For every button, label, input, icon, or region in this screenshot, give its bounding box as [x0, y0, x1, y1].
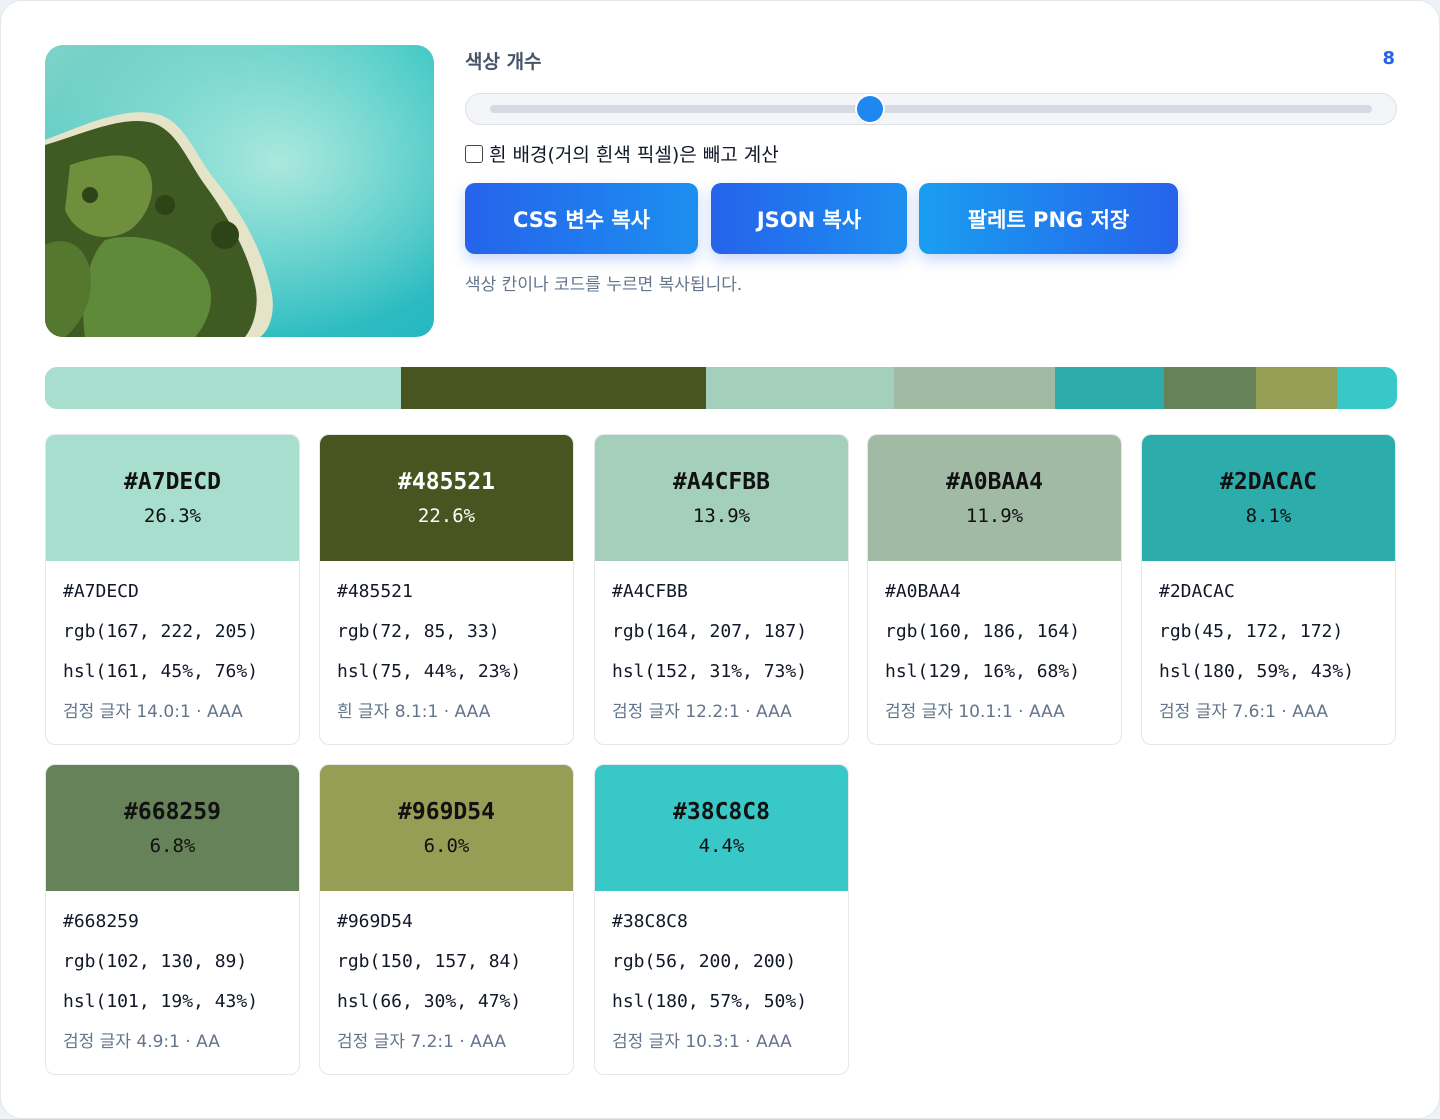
color-count-slider[interactable]	[465, 93, 1397, 125]
swatch-hex-title: #A4CFBB	[673, 469, 770, 495]
swatch-info: #A4CFBB rgb(164, 207, 187) hsl(152, 31%, 7…	[595, 561, 848, 725]
swatch-card[interactable]: #A0BAA4 11.9% #A0BAA4 rgb(160, 186, 164) hsl…	[867, 434, 1122, 745]
aerial-island-image	[45, 45, 434, 337]
swatch-hex-title: #668259	[124, 799, 221, 825]
swatch-hex-code[interactable]: #969D54	[337, 909, 556, 949]
color-count-value: 8	[1382, 48, 1395, 69]
swatch-hsl-code[interactable]: hsl(129, 16%, 68%)	[885, 659, 1104, 699]
swatch-color-block[interactable]: #969D54 6.0%	[320, 765, 573, 891]
swatch-hsl-code[interactable]: hsl(75, 44%, 23%)	[337, 659, 556, 699]
copy-css-vars-button[interactable]: CSS 변수 복사	[465, 183, 698, 254]
swatch-card[interactable]: #2DACAC 8.1% #2DACAC rgb(45, 172, 172) hsl(1…	[1141, 434, 1396, 745]
swatch-contrast-rating: 검정 글자 14.0:1 · AAA	[63, 702, 243, 722]
swatch-rgb-code[interactable]: rgb(56, 200, 200)	[612, 949, 831, 989]
exclude-white-checkbox[interactable]	[465, 144, 483, 163]
swatch-hex-code[interactable]: #A7DECD	[63, 579, 282, 619]
swatch-percentage: 26.3%	[143, 505, 202, 527]
swatch-hsl-code[interactable]: hsl(152, 31%, 73%)	[612, 659, 831, 699]
swatch-info: #485521 rgb(72, 85, 33) hsl(75, 44%, 23%) 흰…	[320, 561, 573, 725]
swatch-rgb-code[interactable]: rgb(72, 85, 33)	[337, 619, 556, 659]
swatch-contrast-rating: 검정 글자 10.1:1 · AAA	[885, 702, 1065, 722]
swatch-contrast-rating: 흰 글자 8.1:1 · AAA	[337, 702, 491, 722]
swatch-contrast-rating: 검정 글자 12.2:1 · AAA	[612, 702, 792, 722]
swatch-info: #38C8C8 rgb(56, 200, 200) hsl(180, 57%, 50…	[595, 891, 848, 1055]
copy-hint-text: 색상 칸이나 코드를 누르면 복사됩니다.	[465, 275, 743, 295]
exclude-white-label: 흰 배경(거의 흰색 픽셀)은 빼고 계산	[489, 144, 779, 166]
swatch-color-block[interactable]: #2DACAC 8.1%	[1142, 435, 1395, 561]
swatch-hex-title: #38C8C8	[673, 799, 770, 825]
swatch-hex-code[interactable]: #485521	[337, 579, 556, 619]
swatch-hex-code[interactable]: #A4CFBB	[612, 579, 831, 619]
copy-json-button[interactable]: JSON 복사	[711, 183, 907, 254]
swatch-hsl-code[interactable]: hsl(66, 30%, 47%)	[337, 989, 556, 1029]
swatch-hex-code[interactable]: #668259	[63, 909, 282, 949]
swatch-hex-title: #A0BAA4	[946, 469, 1043, 495]
swatch-hsl-code[interactable]: hsl(161, 45%, 76%)	[63, 659, 282, 699]
swatch-info: #668259 rgb(102, 130, 89) hsl(101, 19%, 43…	[46, 891, 299, 1055]
palette-strip	[45, 367, 1397, 409]
palette-strip-segment[interactable]	[706, 367, 895, 409]
swatch-percentage: 13.9%	[692, 505, 751, 527]
swatch-color-block[interactable]: #668259 6.8%	[46, 765, 299, 891]
swatch-hsl-code[interactable]: hsl(180, 57%, 50%)	[612, 989, 831, 1029]
swatch-info: #A7DECD rgb(167, 222, 205) hsl(161, 45%, 7…	[46, 561, 299, 725]
swatch-percentage: 6.0%	[423, 835, 470, 857]
swatch-color-block[interactable]: #485521 22.6%	[320, 435, 573, 561]
slider-thumb[interactable]	[857, 96, 884, 122]
swatch-card[interactable]: #38C8C8 4.4% #38C8C8 rgb(56, 200, 200) hsl(1…	[594, 764, 849, 1075]
swatch-card[interactable]: #A7DECD 26.3% #A7DECD rgb(167, 222, 205) hsl…	[45, 434, 300, 745]
source-image-preview	[45, 45, 434, 337]
swatch-contrast-rating: 검정 글자 10.3:1 · AAA	[612, 1032, 792, 1052]
palette-strip-segment[interactable]	[1337, 367, 1397, 409]
swatch-percentage: 8.1%	[1245, 505, 1292, 527]
swatch-card[interactable]: #A4CFBB 13.9% #A4CFBB rgb(164, 207, 187) hsl…	[594, 434, 849, 745]
swatch-card[interactable]: #969D54 6.0% #969D54 rgb(150, 157, 84) hsl(6…	[319, 764, 574, 1075]
swatch-color-block[interactable]: #A7DECD 26.3%	[46, 435, 299, 561]
swatch-hex-code[interactable]: #38C8C8	[612, 909, 831, 949]
exclude-white-option[interactable]: 흰 배경(거의 흰색 픽셀)은 빼고 계산	[465, 140, 779, 167]
save-palette-png-button[interactable]: 팔레트 PNG 저장	[919, 183, 1178, 254]
palette-strip-segment[interactable]	[1054, 367, 1165, 409]
swatch-color-block[interactable]: #A4CFBB 13.9%	[595, 435, 848, 561]
swatch-percentage: 22.6%	[417, 505, 476, 527]
swatch-card[interactable]: #485521 22.6% #485521 rgb(72, 85, 33) hsl(75…	[319, 434, 574, 745]
swatch-hex-code[interactable]: #2DACAC	[1159, 579, 1378, 619]
swatch-hsl-code[interactable]: hsl(101, 19%, 43%)	[63, 989, 282, 1029]
swatch-color-block[interactable]: #38C8C8 4.4%	[595, 765, 848, 891]
swatch-info: #2DACAC rgb(45, 172, 172) hsl(180, 59%, 43…	[1142, 561, 1395, 725]
swatch-rgb-code[interactable]: rgb(164, 207, 187)	[612, 619, 831, 659]
swatch-rgb-code[interactable]: rgb(45, 172, 172)	[1159, 619, 1378, 659]
swatch-rgb-code[interactable]: rgb(150, 157, 84)	[337, 949, 556, 989]
swatch-color-block[interactable]: #A0BAA4 11.9%	[868, 435, 1121, 561]
swatch-hex-code[interactable]: #A0BAA4	[885, 579, 1104, 619]
swatch-hex-title: #2DACAC	[1220, 469, 1317, 495]
swatch-rgb-code[interactable]: rgb(167, 222, 205)	[63, 619, 282, 659]
palette-strip-segment[interactable]	[1256, 367, 1338, 409]
palette-card: 색상 개수 8 흰 배경(거의 흰색 픽셀)은 빼고 계산 CSS 변수 복사 …	[0, 0, 1440, 1119]
swatch-info: #A0BAA4 rgb(160, 186, 164) hsl(129, 16%, 6…	[868, 561, 1121, 725]
swatch-percentage: 6.8%	[149, 835, 196, 857]
palette-strip-segment[interactable]	[400, 367, 707, 409]
palette-strip-segment[interactable]	[1164, 367, 1257, 409]
color-count-label: 색상 개수	[465, 51, 542, 73]
swatch-percentage: 4.4%	[698, 835, 745, 857]
swatch-rgb-code[interactable]: rgb(160, 186, 164)	[885, 619, 1104, 659]
swatch-contrast-rating: 검정 글자 7.6:1 · AAA	[1159, 702, 1328, 722]
swatch-hsl-code[interactable]: hsl(180, 59%, 43%)	[1159, 659, 1378, 699]
swatch-contrast-rating: 검정 글자 4.9:1 · AA	[63, 1032, 220, 1052]
swatch-hex-title: #485521	[398, 469, 495, 495]
swatch-hex-title: #969D54	[398, 799, 495, 825]
slider-track	[490, 105, 1372, 113]
swatch-card[interactable]: #668259 6.8% #668259 rgb(102, 130, 89) hsl(1…	[45, 764, 300, 1075]
swatch-info: #969D54 rgb(150, 157, 84) hsl(66, 30%, 47%…	[320, 891, 573, 1055]
swatch-hex-title: #A7DECD	[124, 469, 221, 495]
palette-strip-segment[interactable]	[45, 367, 401, 409]
palette-strip-segment[interactable]	[894, 367, 1055, 409]
swatch-percentage: 11.9%	[965, 505, 1024, 527]
swatch-contrast-rating: 검정 글자 7.2:1 · AAA	[337, 1032, 506, 1052]
swatch-rgb-code[interactable]: rgb(102, 130, 89)	[63, 949, 282, 989]
